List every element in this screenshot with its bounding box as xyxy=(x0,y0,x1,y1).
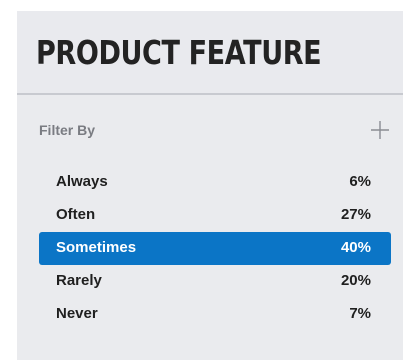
list-item-always[interactable]: Always 6% xyxy=(39,166,391,199)
option-label: Sometimes xyxy=(56,239,137,256)
list-item-sometimes[interactable]: Sometimes 40% xyxy=(39,232,391,265)
option-label: Always xyxy=(56,173,108,190)
list-item-rarely[interactable]: Rarely 20% xyxy=(39,265,391,298)
plus-icon xyxy=(371,121,389,139)
filter-by-label: Filter By xyxy=(39,122,96,138)
option-percentage: 27% xyxy=(340,206,371,223)
option-label: Often xyxy=(56,206,96,223)
option-label: Rarely xyxy=(56,272,102,289)
option-percentage: 7% xyxy=(349,305,371,322)
filter-panel: PRODUCT FEATURE Filter By Always 6% Ofte… xyxy=(17,11,403,360)
option-percentage: 20% xyxy=(340,272,371,289)
filter-row: Filter By xyxy=(17,119,403,145)
list-item-never[interactable]: Never 7% xyxy=(39,298,391,331)
option-label: Never xyxy=(56,305,98,322)
header-divider xyxy=(17,93,403,95)
panel-title: PRODUCT FEATURE xyxy=(36,33,322,72)
panel-header: PRODUCT FEATURE xyxy=(17,11,403,93)
option-percentage: 40% xyxy=(340,239,371,256)
list-item-often[interactable]: Often 27% xyxy=(39,199,391,232)
option-percentage: 6% xyxy=(349,173,371,190)
option-list: Always 6% Often 27% Sometimes 40% Rarely… xyxy=(39,166,391,331)
add-filter-button[interactable] xyxy=(369,119,391,141)
